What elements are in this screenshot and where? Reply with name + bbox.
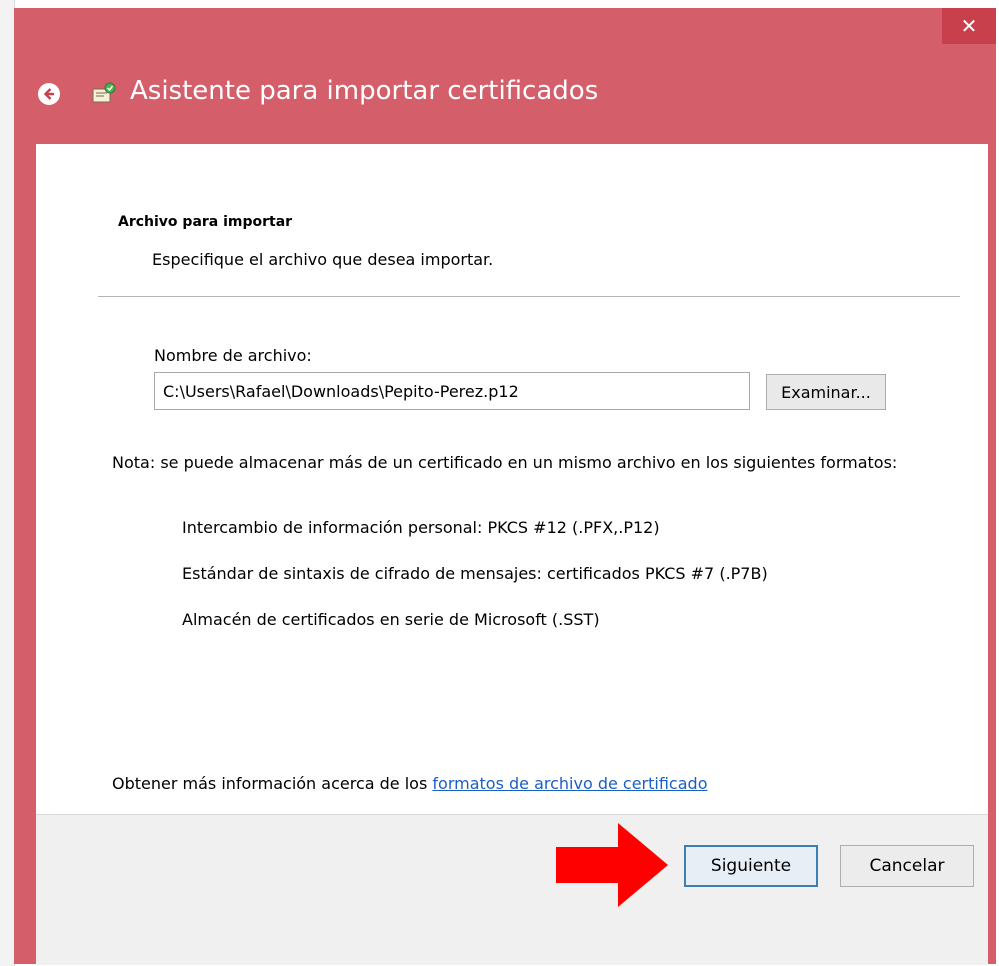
window-title: Asistente para importar certificados — [130, 76, 599, 106]
format-item-sst: Almacén de certificados en serie de Micr… — [182, 610, 600, 629]
close-icon: ✕ — [960, 14, 978, 38]
close-button[interactable]: ✕ — [942, 8, 996, 44]
format-item-pkcs7: Estándar de sintaxis de cifrado de mensa… — [182, 564, 768, 583]
cancel-button[interactable]: Cancelar — [840, 845, 974, 887]
info-line: Obtener más información acerca de los fo… — [112, 774, 707, 793]
certificate-wizard-icon — [90, 80, 118, 108]
browse-button[interactable]: Examinar... — [766, 374, 886, 410]
back-arrow-icon[interactable] — [38, 83, 60, 105]
next-button[interactable]: Siguiente — [684, 845, 818, 887]
divider — [98, 296, 960, 297]
wizard-dialog: ✕ Asistente para importar certificados A… — [14, 8, 996, 965]
wizard-footer: Siguiente Cancelar — [36, 814, 988, 965]
file-name-input[interactable] — [154, 372, 750, 410]
background-window-edge — [0, 0, 15, 966]
wizard-header: Asistente para importar certificados — [14, 66, 996, 126]
red-arrow-icon — [556, 823, 668, 907]
file-name-label: Nombre de archivo: — [154, 346, 312, 365]
section-title: Archivo para importar — [118, 214, 293, 230]
wizard-content: Archivo para importar Especifique el arc… — [36, 144, 988, 814]
section-subtitle: Especifique el archivo que desea importa… — [152, 250, 494, 269]
certificate-formats-link[interactable]: formatos de archivo de certificado — [432, 774, 707, 793]
info-text: Obtener más información acerca de los — [112, 774, 428, 793]
format-item-pkcs12: Intercambio de información personal: PKC… — [182, 518, 660, 537]
note-text: Nota: se puede almacenar más de un certi… — [112, 453, 898, 472]
